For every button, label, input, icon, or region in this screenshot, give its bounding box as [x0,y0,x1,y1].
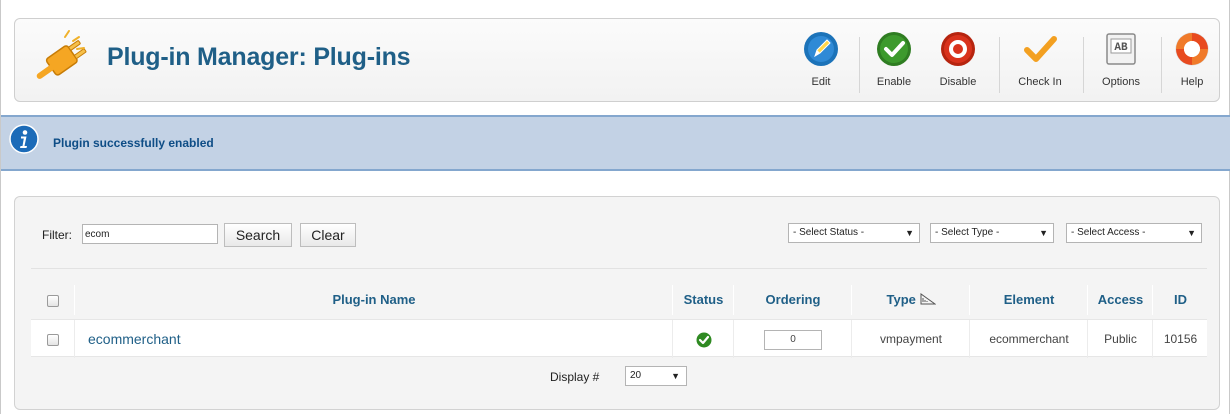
display-limit-value: 20 [630,370,642,381]
toolbar-separator [1161,37,1162,93]
type-filter-select[interactable]: - Select Type - ▼ [930,223,1054,243]
table-row: ecommerchant 0 vmpayment ecommerchant Pu… [31,319,1207,358]
edit-icon [804,32,838,66]
page-title: Plug-in Manager: Plug-ins [107,43,411,71]
options-label: Options [1102,76,1140,88]
help-label: Help [1180,76,1204,88]
help-button[interactable]: Help [1171,31,1213,97]
stop-circle-icon [941,32,975,66]
column-header-status[interactable]: Status [674,285,734,315]
disable-button[interactable]: Disable [932,31,984,97]
column-header-type-label: Type [886,292,916,307]
clear-button[interactable]: Clear [300,223,356,247]
lifebuoy-icon [1175,32,1209,66]
status-filter-value: - Select Status - [793,227,865,238]
select-all-cell [31,285,75,315]
checkmark-circle-icon [877,32,911,66]
display-label: Display # [550,370,600,384]
checkin-button[interactable]: Check In [1010,31,1070,97]
row-checkbox[interactable] [46,333,59,346]
info-icon [9,124,39,154]
display-limit-select[interactable]: 20 ▼ [625,366,687,386]
element-cell: ecommerchant [971,320,1088,358]
column-header-access[interactable]: Access [1089,285,1153,315]
row-select-cell [31,320,75,358]
toolbar-separator [999,37,1000,93]
access-filter-value: - Select Access - [1071,227,1146,238]
toolbar-separator [859,37,860,93]
toolbar: Plug-in Manager: Plug-ins Edit Enable Di… [14,18,1220,102]
disable-label: Disable [939,76,977,88]
status-filter-select[interactable]: - Select Status - ▼ [788,223,920,243]
edit-button[interactable]: Edit [798,31,844,97]
divider [31,268,1207,269]
enabled-status-icon[interactable] [696,332,712,348]
filter-input[interactable] [82,224,218,244]
plugin-list-panel: Filter: Search Clear - Select Status - ▼… [14,196,1220,410]
dropdown-arrow-icon: ▼ [1187,228,1196,238]
filter-label: Filter: [42,228,72,242]
column-header-name[interactable]: Plug-in Name [76,285,673,315]
access-cell: Public [1089,320,1153,358]
column-header-element[interactable]: Element [971,285,1088,315]
checkmark-icon [1024,36,1057,62]
sort-icon [920,293,937,305]
table-header: Plug-in Name Status Ordering Type Elemen… [31,285,1207,315]
column-header-ordering[interactable]: Ordering [735,285,852,315]
ordering-cell: 0 [735,320,852,358]
column-header-id[interactable]: ID [1154,285,1207,315]
dropdown-arrow-icon: ▼ [905,228,914,238]
checkin-label: Check In [1018,76,1062,88]
message-text: Plugin successfully enabled [53,136,214,150]
access-filter-select[interactable]: - Select Access - ▼ [1066,223,1202,243]
toolbar-separator [1083,37,1084,93]
ordering-input[interactable]: 0 [764,329,822,350]
type-filter-value: - Select Type - [935,227,1000,238]
select-all-checkbox[interactable] [46,294,59,307]
search-button[interactable]: Search [224,223,292,247]
options-icon-text: AB [1114,42,1128,54]
plugin-name-cell: ecommerchant [76,320,673,358]
status-cell [674,320,734,358]
plugin-name-link[interactable]: ecommerchant [88,331,181,347]
column-header-type[interactable]: Type [853,285,970,315]
id-cell: 10156 [1163,332,1198,346]
enable-button[interactable]: Enable [869,31,919,97]
enable-label: Enable [876,76,912,88]
system-message: Plugin successfully enabled [1,115,1230,171]
dropdown-arrow-icon: ▼ [671,371,680,381]
options-icon: AB [1106,33,1136,65]
pagination-bar: Display # 20 ▼ [31,358,1207,393]
options-button[interactable]: AB Options [1093,31,1149,97]
type-cell: vmpayment [853,320,970,358]
plug-icon [36,30,87,79]
app-window: Plug-in Manager: Plug-ins Edit Enable Di… [0,0,1230,414]
edit-label: Edit [811,76,831,88]
dropdown-arrow-icon: ▼ [1039,228,1048,238]
